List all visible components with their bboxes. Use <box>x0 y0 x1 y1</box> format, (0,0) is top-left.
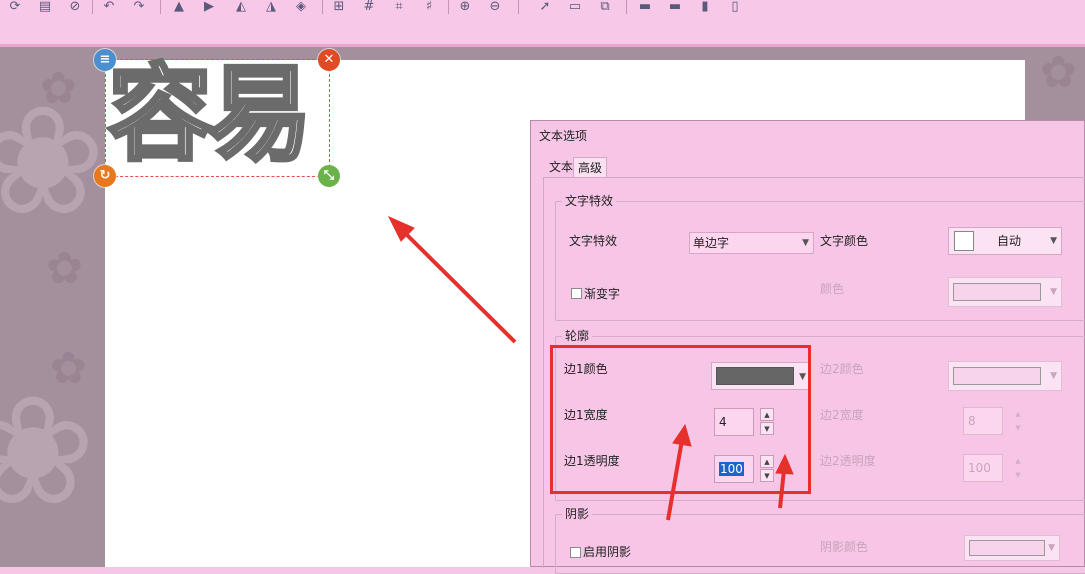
redo-icon[interactable]: ↷ <box>130 0 148 14</box>
effects-group-title: 文字特效 <box>562 193 617 209</box>
rotate-handle-icon[interactable]: ↻ <box>94 165 116 187</box>
color-swatch <box>953 367 1041 385</box>
document-icon[interactable]: ▤ <box>36 0 54 14</box>
edge2-width-stepper[interactable]: ▲ ▼ <box>1011 407 1027 435</box>
flip-vertical-icon[interactable]: ▲ <box>170 0 188 14</box>
dialog-title: 文本选项 <box>539 129 588 143</box>
edge2-color-label: 边2颜色 <box>820 362 864 376</box>
text-object-content: 容易 <box>106 52 314 176</box>
delete-icon[interactable]: ⊘ <box>66 0 84 14</box>
chevron-down-icon: ▼ <box>1048 543 1055 553</box>
edge2-width-label: 边2宽度 <box>820 408 864 422</box>
refresh-icon[interactable]: ⟳ <box>6 0 24 14</box>
flower-pattern-icon: ❀ <box>0 75 106 249</box>
edge2-opacity-value: 100 <box>968 461 991 475</box>
effect-label: 文字特效 <box>569 234 618 248</box>
enable-shadow-checkbox[interactable] <box>570 547 581 558</box>
edge2-opacity-input[interactable]: 100 <box>963 454 1003 482</box>
rotate-icon[interactable]: ◈ <box>292 0 310 14</box>
decrement-icon[interactable]: ▼ <box>1011 468 1025 481</box>
text-color-label: 文字颜色 <box>820 234 869 248</box>
pointer-icon[interactable]: ➚ <box>536 0 554 14</box>
frame-alt-icon[interactable]: ♯ <box>420 0 438 14</box>
gradient-color-select[interactable]: ▼ <box>948 277 1062 307</box>
align-right-icon[interactable]: ▯ <box>726 0 744 14</box>
crop-icon[interactable]: ▭ <box>566 0 584 14</box>
text-color-select[interactable]: 自动 ▼ <box>948 227 1062 255</box>
shape-icon[interactable]: ◭ <box>232 0 250 14</box>
edge2-opacity-label: 边2透明度 <box>820 454 876 468</box>
menu-handle-icon[interactable]: ≡ <box>94 49 116 71</box>
text-object[interactable]: 容易 <box>105 52 330 177</box>
grid-icon[interactable]: ⊞ <box>330 0 348 14</box>
chevron-down-icon: ▼ <box>1050 236 1057 246</box>
color-label: 颜色 <box>820 282 845 296</box>
color-swatch <box>954 231 974 251</box>
edge2-width-value: 8 <box>968 414 976 428</box>
enable-shadow-label: 启用阴影 <box>583 545 632 559</box>
edge2-width-input[interactable]: 8 <box>963 407 1003 435</box>
gradient-checkbox[interactable] <box>571 288 582 299</box>
effect-select[interactable]: 单边字 ▼ <box>689 232 814 254</box>
effect-select-value: 单边字 <box>693 236 730 250</box>
flower-pattern-icon: ❀ <box>0 365 96 539</box>
align-left-icon[interactable]: ▮ <box>696 0 714 14</box>
align-top-icon[interactable]: ▬ <box>636 0 654 14</box>
shape-alt-icon[interactable]: ◮ <box>262 0 280 14</box>
shadow-color-label: 阴影颜色 <box>820 540 869 554</box>
text-color-value: 自动 <box>997 234 1022 248</box>
toolbar: ⟳ ▤ ⊘ ↶ ↷ ▲ ▶ ◭ ◮ ◈ ⊞ # ⌗ ♯ ⊕ ⊖ ➚ ▭ ⧉ ▬ … <box>0 0 1085 47</box>
flower-pattern-icon: ✿ <box>46 243 83 294</box>
tab-advanced[interactable]: 高级 <box>573 157 608 178</box>
outline-group-title: 轮廓 <box>562 328 593 344</box>
increment-icon[interactable]: ▲ <box>1011 454 1025 467</box>
annotation-highlight-box <box>550 345 811 494</box>
edge2-color-select[interactable]: ▼ <box>948 361 1062 391</box>
shadow-group-title: 阴影 <box>562 506 593 522</box>
resize-handle-icon[interactable]: ⤡ <box>318 165 340 187</box>
zoom-out-icon[interactable]: ⊖ <box>486 0 504 14</box>
resize-icon[interactable]: ⧉ <box>596 0 614 14</box>
gradient-label: 渐变字 <box>584 287 621 301</box>
decrement-icon[interactable]: ▼ <box>1011 421 1025 434</box>
align-bottom-icon[interactable]: ▬ <box>666 0 684 14</box>
increment-icon[interactable]: ▲ <box>1011 407 1025 420</box>
grid-align-icon[interactable]: # <box>360 0 378 14</box>
color-swatch <box>969 540 1045 556</box>
zoom-in-icon[interactable]: ⊕ <box>456 0 474 14</box>
frame-icon[interactable]: ⌗ <box>390 0 408 14</box>
undo-icon[interactable]: ↶ <box>100 0 118 14</box>
chevron-down-icon: ▼ <box>1050 371 1057 381</box>
shadow-color-select[interactable]: ▼ <box>964 535 1060 561</box>
chevron-down-icon: ▼ <box>1050 287 1057 297</box>
edge2-opacity-stepper[interactable]: ▲ ▼ <box>1011 454 1027 482</box>
text-options-dialog: 文本选项 文本 高级 文字特效 文字特效 单边字 ▼ 文字颜色 自动 ▼ 渐变字… <box>530 120 1085 574</box>
flip-horizontal-icon[interactable]: ▶ <box>200 0 218 14</box>
close-handle-icon[interactable]: ✕ <box>318 49 340 71</box>
flower-pattern-icon: ✿ <box>1040 47 1077 98</box>
chevron-down-icon: ▼ <box>802 238 809 248</box>
color-swatch <box>953 283 1041 301</box>
